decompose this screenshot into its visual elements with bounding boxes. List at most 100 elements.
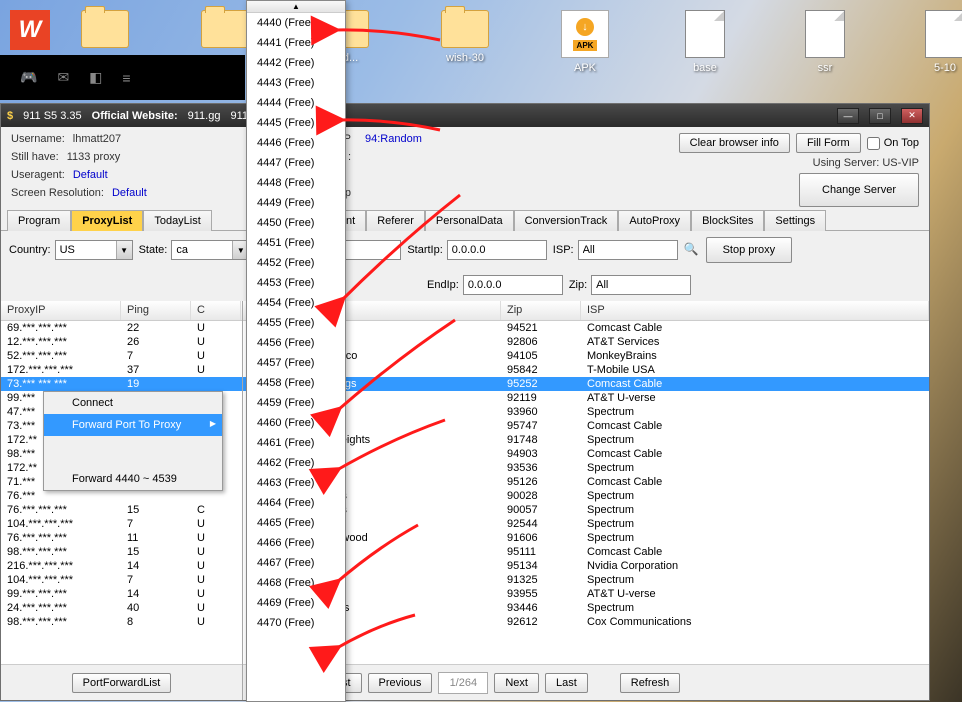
port-menu-item[interactable]: 4469 (Free)	[247, 593, 345, 613]
clear-browser-button[interactable]: Clear browser info	[679, 133, 790, 153]
state-combo[interactable]: ▼	[171, 240, 249, 260]
previous-button[interactable]: Previous	[368, 673, 433, 693]
search-icon[interactable]: 🔍	[684, 242, 700, 258]
port-menu-item[interactable]: 4459 (Free)	[247, 393, 345, 413]
port-menu-item[interactable]: 4447 (Free)	[247, 153, 345, 173]
tab-autoproxy[interactable]: AutoProxy	[618, 210, 691, 231]
maximize-button[interactable]: □	[869, 108, 891, 124]
tab-blocksites[interactable]: BlockSites	[691, 210, 764, 231]
menu-icon[interactable]: ≡	[122, 70, 130, 86]
port-menu-item[interactable]: 4460 (Free)	[247, 413, 345, 433]
extra-input[interactable]	[341, 240, 401, 260]
col-c[interactable]: C	[191, 301, 241, 320]
table-row[interactable]: 216.***.***.***14U	[1, 559, 242, 573]
port-menu-item[interactable]: 4450 (Free)	[247, 213, 345, 233]
tab-program[interactable]: Program	[7, 210, 71, 231]
desktop-icon[interactable]: 5-10	[910, 10, 962, 74]
port-menu-item[interactable]: 4441 (Free)	[247, 33, 345, 53]
port-menu-item[interactable]: 4470 (Free)	[247, 613, 345, 633]
port-menu-item[interactable]: 4453 (Free)	[247, 273, 345, 293]
port-menu-item[interactable]: 4443 (Free)	[247, 73, 345, 93]
refresh-button[interactable]: Refresh	[620, 673, 681, 693]
zip-input[interactable]	[591, 275, 691, 295]
port-menu-item[interactable]: 4466 (Free)	[247, 533, 345, 553]
table-row[interactable]: 76.***.***.***11U	[1, 531, 242, 545]
desktop-icon[interactable]: base	[670, 10, 740, 74]
random-link[interactable]: 94:Random	[365, 133, 653, 145]
port-menu-item[interactable]: 4467 (Free)	[247, 553, 345, 573]
stop-proxy-button[interactable]: Stop proxy	[706, 237, 793, 263]
port-menu-item[interactable]: 4465 (Free)	[247, 513, 345, 533]
page-input[interactable]	[438, 672, 488, 694]
table-row[interactable]: 104.***.***.***7U	[1, 573, 242, 587]
port-menu-item[interactable]: 4468 (Free)	[247, 573, 345, 593]
table-row[interactable]: 99.***.***.***14U	[1, 587, 242, 601]
table-row[interactable]: 76.***	[1, 489, 242, 503]
table-row[interactable]: 76.***.***.***15C	[1, 503, 242, 517]
desktop-icon[interactable]: ↓APKAPK	[550, 10, 620, 74]
col-isp[interactable]: ISP	[581, 301, 929, 320]
port-menu-item[interactable]: 4442 (Free)	[247, 53, 345, 73]
table-row[interactable]: 98.***.***.***8U	[1, 615, 242, 629]
screenres-link[interactable]: Default	[112, 187, 147, 199]
next-button[interactable]: Next	[494, 673, 539, 693]
port-menu-item[interactable]: 4462 (Free)	[247, 453, 345, 473]
desktop-icon[interactable]: wish-30	[430, 10, 500, 74]
table-row[interactable]: 12.***.***.***26U	[1, 335, 242, 349]
tab-conversiontrack[interactable]: ConversionTrack	[514, 210, 619, 231]
port-menu-item[interactable]: 4456 (Free)	[247, 333, 345, 353]
minimize-button[interactable]: —	[837, 108, 859, 124]
table-row[interactable]: 73.*** *** ***19	[1, 377, 242, 391]
country-combo[interactable]: ▼	[55, 240, 133, 260]
port-menu-item[interactable]: 4454 (Free)	[247, 293, 345, 313]
port-menu-item[interactable]: 4451 (Free)	[247, 233, 345, 253]
table-row[interactable]: 98.***.***.***15U	[1, 545, 242, 559]
tab-proxylist[interactable]: ProxyList	[71, 210, 143, 231]
port-menu-item[interactable]: 4444 (Free)	[247, 93, 345, 113]
port-menu-item[interactable]: 4449 (Free)	[247, 193, 345, 213]
port-menu-item[interactable]: 4440 (Free)	[247, 13, 345, 33]
gamepad-icon[interactable]: 🎮	[20, 69, 37, 86]
port-menu-item[interactable]: 4464 (Free)	[247, 493, 345, 513]
last-button[interactable]: Last	[545, 673, 588, 693]
table-row[interactable]: 172.***.***.***37U	[1, 363, 242, 377]
chevron-down-icon[interactable]: ▼	[116, 241, 132, 259]
col-ping[interactable]: Ping	[121, 301, 191, 320]
scroll-up-icon[interactable]: ▲	[247, 1, 345, 13]
menu-forward-range[interactable]: Forward 4440 ~ 4539	[44, 468, 222, 490]
ontop-checkbox[interactable]: On Top	[867, 137, 919, 150]
menu-connect[interactable]: Connect	[44, 392, 222, 414]
port-menu-item[interactable]: 4458 (Free)	[247, 373, 345, 393]
portforwardlist-button[interactable]: PortForwardList	[72, 673, 172, 693]
tab-todaylist[interactable]: TodayList	[143, 210, 211, 231]
left-table-body[interactable]: 69.***.***.***22U Connect Forward Port T…	[1, 321, 242, 664]
col-proxyip[interactable]: ProxyIP	[1, 301, 121, 320]
port-menu-item[interactable]: 4445 (Free)	[247, 113, 345, 133]
desktop-icon[interactable]: ssr	[790, 10, 860, 74]
table-row[interactable]: 69.***.***.***22U	[1, 321, 242, 335]
site1-link[interactable]: 911.gg	[188, 110, 221, 122]
table-row[interactable]: 52.***.***.***7U	[1, 349, 242, 363]
port-menu-item[interactable]: 4448 (Free)	[247, 173, 345, 193]
change-server-button[interactable]: Change Server	[799, 173, 919, 207]
bell-icon[interactable]: ◧	[89, 69, 102, 86]
tab-personaldata[interactable]: PersonalData	[425, 210, 514, 231]
useragent-link[interactable]: Default	[73, 169, 108, 181]
isp-input[interactable]	[578, 240, 678, 260]
table-row[interactable]: 104.***.***.***7U	[1, 517, 242, 531]
close-button[interactable]: ✕	[901, 108, 923, 124]
startip-input[interactable]	[447, 240, 547, 260]
port-menu-item[interactable]: 4461 (Free)	[247, 433, 345, 453]
port-menu-item[interactable]: 4446 (Free)	[247, 133, 345, 153]
port-menu-item[interactable]: 4463 (Free)	[247, 473, 345, 493]
col-zip[interactable]: Zip	[501, 301, 581, 320]
table-row[interactable]: 24.***.***.***40U	[1, 601, 242, 615]
mail-icon[interactable]: ✉	[57, 69, 69, 86]
port-menu-item[interactable]: 4452 (Free)	[247, 253, 345, 273]
fill-form-button[interactable]: Fill Form	[796, 133, 861, 153]
tab-settings[interactable]: Settings	[764, 210, 826, 231]
port-menu-item[interactable]: 4455 (Free)	[247, 313, 345, 333]
endip-input[interactable]	[463, 275, 563, 295]
tab-referer[interactable]: Referer	[366, 210, 425, 231]
menu-forward-port[interactable]: Forward Port To Proxy	[44, 414, 222, 436]
